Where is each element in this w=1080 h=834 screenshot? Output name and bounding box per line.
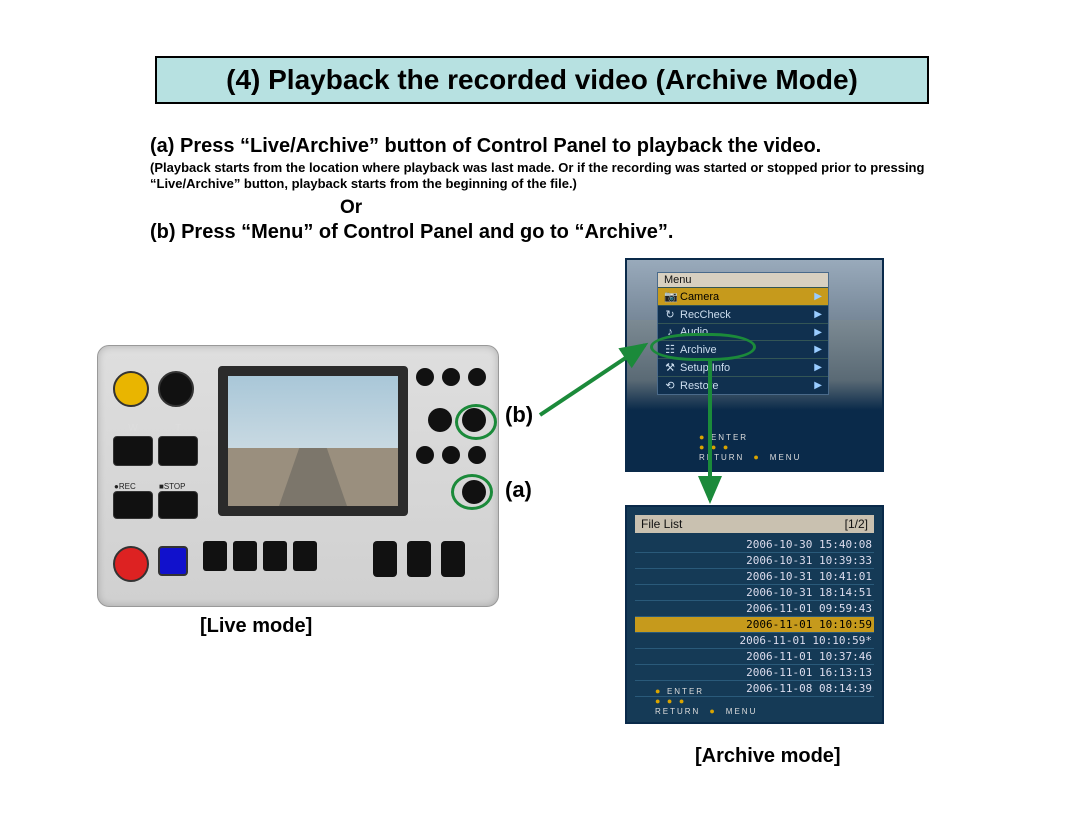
archive-mode-caption: [Archive mode] [695,745,841,768]
red-button[interactable] [113,546,149,582]
brightness-toggle[interactable] [407,541,431,577]
filelist-screenshot: File List [1/2] 2006-10-30 15:40:082006-… [625,505,884,724]
file-row[interactable]: 2006-10-30 15:40:08 [635,537,874,553]
filelist-header: File List [1/2] [635,515,874,533]
menu-screenshot: Menu 📷Camera▶↻RecCheck▶♪Audio▶☷Archive▶⚒… [625,258,884,472]
section-title: (4) Playback the recorded video (Archive… [155,56,929,104]
return-button[interactable] [428,408,452,432]
file-row[interactable]: 2006-11-01 10:10:59 [635,617,874,633]
file-row[interactable]: 2006-10-31 10:39:33 [635,553,874,569]
bottom-button-row [203,541,317,571]
pause-button[interactable] [442,446,460,464]
file-row[interactable]: 2006-11-01 16:13:13 [635,665,874,681]
device-lcd-screen [218,366,408,516]
step-a-text: (a) Press “Live/Archive” button of Contr… [150,135,940,158]
file-row[interactable]: 2006-10-31 18:14:51 [635,585,874,601]
control-panel-device [97,345,499,607]
audio2-mute-button[interactable] [203,541,227,571]
skip-row [416,446,486,464]
bookmark-button[interactable] [113,371,149,407]
stop-button[interactable] [158,491,198,519]
file-row[interactable]: 2006-10-31 10:41:01 [635,569,874,585]
rec-button[interactable] [113,491,153,519]
menu-title: Menu [658,273,828,287]
archive-highlight-ring [650,333,756,361]
ir-mode-button[interactable] [233,541,257,571]
blue-button[interactable] [158,546,188,576]
onoff-toggle[interactable] [441,541,465,577]
callout-label-a: (a) [505,477,532,503]
volume-toggle[interactable] [373,541,397,577]
audio-button[interactable] [293,541,317,571]
live-mode-caption: [Live mode] [200,615,312,638]
ff-button[interactable] [468,368,486,386]
filelist-page: [1/2] [845,517,868,531]
menu-item-restore[interactable]: ⟲Restore▶ [658,376,828,394]
step-b-text: (b) Press “Menu” of Control Panel and go… [150,221,940,244]
menu-item-reccheck[interactable]: ↻RecCheck▶ [658,305,828,323]
play-button[interactable] [442,368,460,386]
callout-label-b: (b) [505,402,533,428]
filelist-nav-hint: ● ENTER ● ● ● RETURN ● MENU [655,686,757,716]
next-button[interactable] [468,446,486,464]
zoom-wide-button[interactable] [113,436,153,466]
camera-select-button[interactable] [263,541,287,571]
file-row[interactable]: 2006-11-01 10:37:46 [635,649,874,665]
file-row[interactable]: 2006-11-01 10:10:59* [635,633,874,649]
menu-nav-hint: ● ENTER ● ● ● RETURN ● MENU [699,432,801,462]
playback-note: (Playback starts from the location where… [150,160,940,193]
filelist-title: File List [641,517,682,531]
zoom-tele-button[interactable] [158,436,198,466]
instructions-block: (a) Press “Live/Archive” button of Contr… [150,135,940,244]
toggle-row [373,541,465,577]
file-row[interactable]: 2006-11-01 09:59:43 [635,601,874,617]
autozoom-button[interactable] [158,371,194,407]
callout-circle-a [451,474,493,510]
callout-circle-b [455,404,497,440]
or-separator: Or [340,197,940,219]
menu-item-setupinfo[interactable]: ⚒Setup/Info▶ [658,358,828,376]
prev-button[interactable] [416,446,434,464]
playback-row [416,368,486,386]
menu-item-camera[interactable]: 📷Camera▶ [658,287,828,305]
rew-button[interactable] [416,368,434,386]
